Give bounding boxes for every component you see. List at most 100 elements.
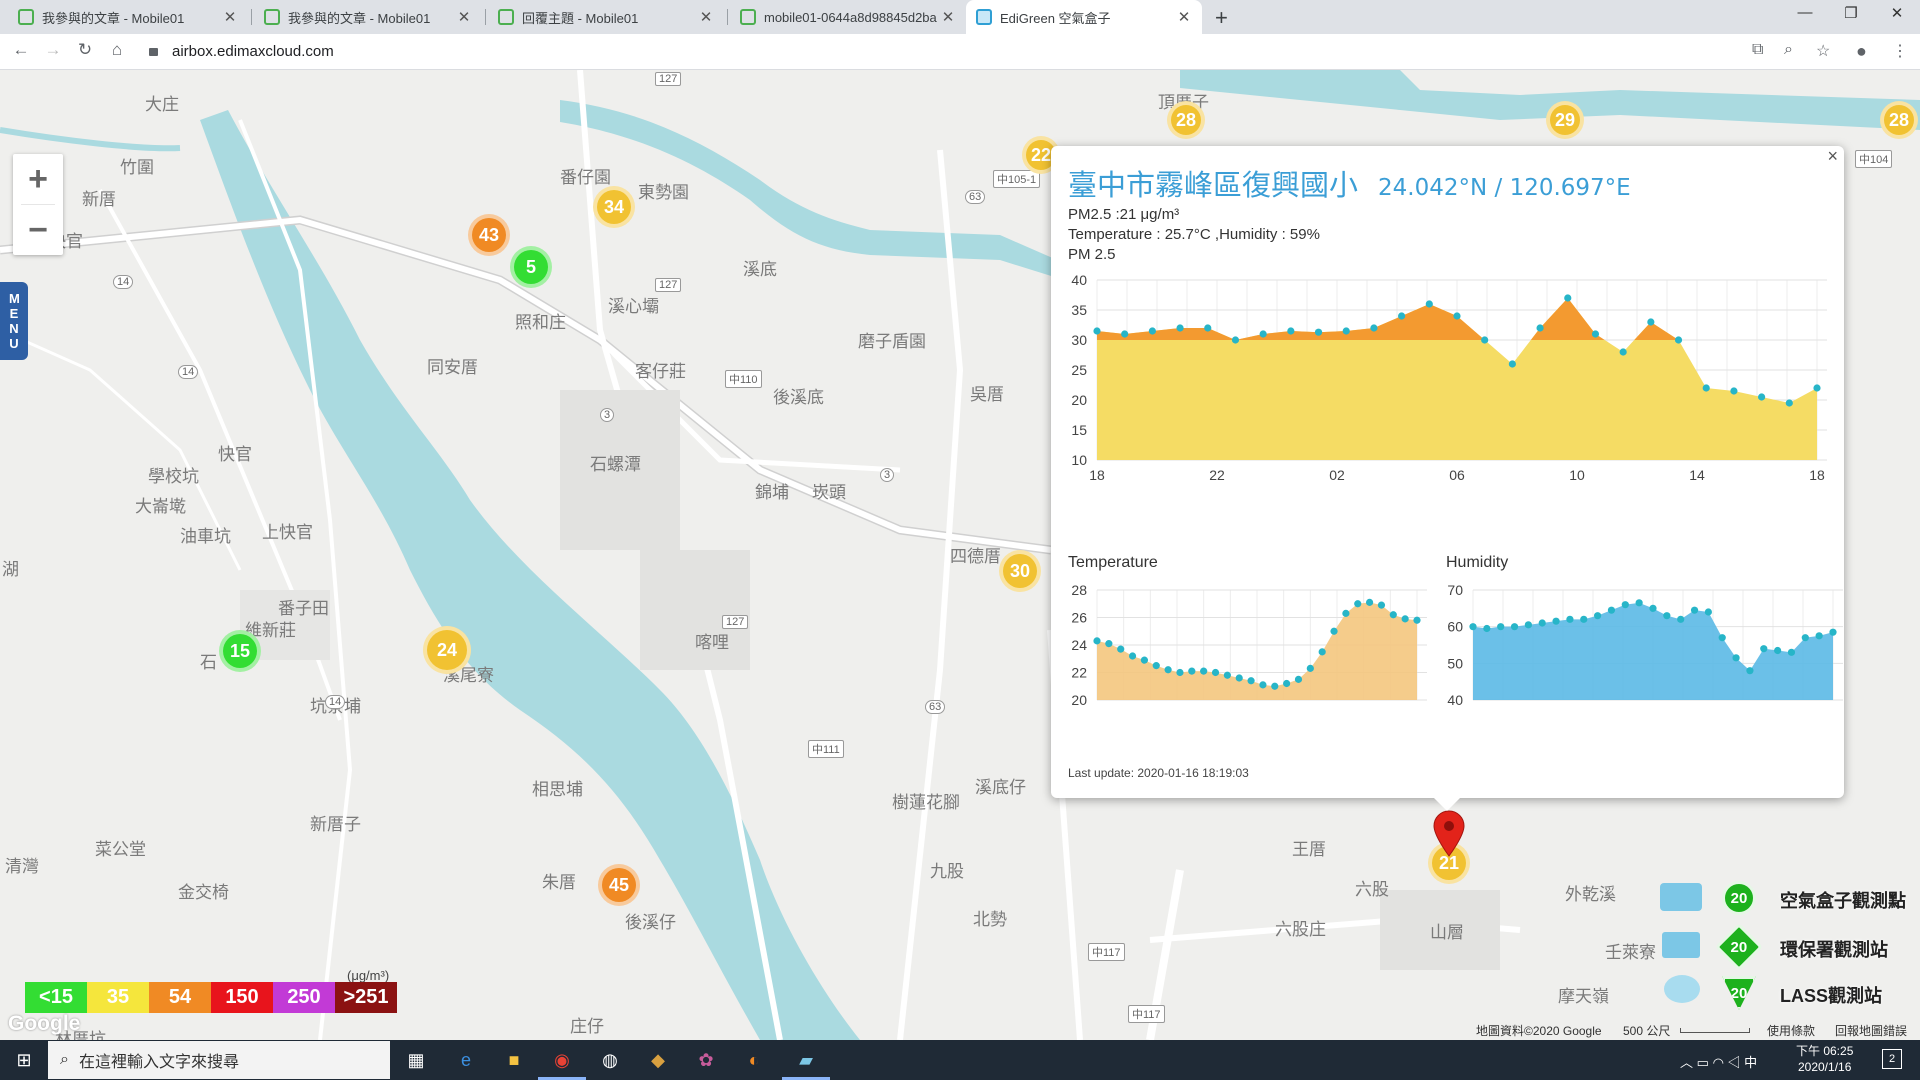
data-point	[1538, 619, 1546, 627]
pm25-chart: 10 15 20 25 30 35 40 18 22 02 06 10 14 18	[1071, 272, 1827, 483]
new-tab-button[interactable]: +	[1215, 5, 1228, 31]
station-cluster[interactable]: 30	[999, 550, 1041, 592]
terms-link[interactable]: 使用條款	[1767, 1022, 1815, 1039]
station-cluster[interactable]: 15	[219, 630, 261, 672]
selected-marker-icon[interactable]	[1432, 810, 1466, 858]
data-point	[1231, 336, 1240, 344]
menu-dots-icon[interactable]: ⋮	[1892, 41, 1908, 61]
map-label: 菜公堂	[95, 840, 146, 860]
app-icon[interactable]: ◆	[644, 1047, 672, 1073]
tab-edigreen[interactable]: EdiGreen 空氣盒子 ✕	[966, 0, 1202, 34]
zoom-icon[interactable]: ⌕	[1784, 41, 1793, 59]
notification-icon[interactable]: 2	[1882, 1049, 1902, 1069]
menu-label: MENU	[9, 291, 20, 351]
menu-button[interactable]: MENU	[0, 282, 28, 360]
zoom-out-button[interactable]: −	[13, 205, 63, 255]
close-tab-icon[interactable]: ✕	[222, 8, 238, 26]
data-point	[1552, 617, 1560, 625]
zoom-in-button[interactable]: +	[13, 154, 63, 204]
tab-mobile01-2[interactable]: 我參與的文章 - Mobile01 ✕	[254, 0, 482, 34]
close-tab-icon[interactable]: ✕	[1176, 8, 1192, 26]
app-icon[interactable]: ▰	[792, 1047, 820, 1073]
map-label: 樹蓮花腳	[892, 793, 960, 813]
map-label: 相思埔	[532, 780, 583, 800]
clock-date: 2020/1/16	[1797, 1060, 1852, 1074]
pm25-chart-title: PM 2.5	[1068, 246, 1116, 263]
humidity-chart: 40 50 60 70	[1447, 582, 1843, 708]
y-tick-label: 30	[1071, 332, 1087, 348]
station-cluster[interactable]: 24	[423, 626, 471, 674]
data-point	[1413, 616, 1421, 624]
back-arrow-icon[interactable]: ←	[10, 40, 32, 60]
popup-close-button[interactable]: ×	[1827, 146, 1838, 167]
y-tick-label: 15	[1071, 422, 1087, 438]
home-icon[interactable]: ⌂	[106, 40, 128, 60]
window-close-icon[interactable]: ✕	[1882, 4, 1912, 22]
station-cluster[interactable]: 28	[1167, 101, 1205, 139]
profile-icon[interactable]: ●	[1856, 41, 1867, 62]
tray-chevron-icon[interactable]: ︿	[1680, 1055, 1693, 1070]
tab-mobile01-1[interactable]: 我參與的文章 - Mobile01 ✕	[8, 0, 248, 34]
file-explorer-icon[interactable]: ■	[500, 1047, 528, 1073]
tab-mobile01-image[interactable]: mobile01-0644a8d98845d2ba ✕	[730, 0, 966, 34]
forward-arrow-icon[interactable]: →	[42, 40, 64, 60]
map-label: 崁頭	[812, 483, 846, 503]
map-label: 學校坑	[148, 467, 199, 487]
station-cluster[interactable]: 28	[1880, 101, 1918, 139]
legend-level: 54	[149, 982, 211, 1013]
minimize-icon[interactable]: —	[1790, 4, 1820, 21]
map-label: 磨子盾園	[858, 332, 926, 352]
map-label: 朱厝	[542, 873, 576, 893]
reload-icon[interactable]: ↻	[74, 40, 96, 60]
map-copyright: 地圖資料©2020 Google	[1476, 1024, 1602, 1038]
close-tab-icon[interactable]: ✕	[940, 8, 956, 26]
translate-icon[interactable]: ⧉	[1752, 41, 1763, 59]
data-point	[1829, 628, 1837, 636]
report-error-link[interactable]: 回報地圖錯誤	[1835, 1022, 1907, 1039]
address-bar[interactable]: airbox.edimaxcloud.com	[172, 43, 334, 60]
tab-reply-topic[interactable]: 回覆主題 - Mobile01 ✕	[488, 0, 724, 34]
bookmark-star-icon[interactable]: ☆	[1816, 41, 1830, 61]
data-point	[1093, 637, 1101, 645]
data-point	[1148, 327, 1156, 335]
map-label: 後溪仔	[625, 913, 676, 933]
y-tick-label: 24	[1071, 637, 1087, 653]
station-cluster[interactable]: 34	[593, 186, 635, 228]
data-point	[1354, 600, 1362, 608]
app-icon[interactable]: ◐	[740, 1047, 768, 1073]
station-cluster[interactable]: 43	[468, 214, 510, 256]
volume-icon[interactable]: ◁	[1728, 1055, 1741, 1070]
close-tab-icon[interactable]: ✕	[456, 8, 472, 26]
task-view-icon[interactable]: ▦	[402, 1047, 430, 1073]
map-label: 庄仔	[570, 1017, 604, 1037]
windows-start-icon[interactable]: ⊞	[10, 1047, 38, 1073]
data-point	[1318, 648, 1326, 656]
ime-indicator[interactable]: 中	[1744, 1055, 1757, 1070]
data-point	[1801, 634, 1809, 642]
station-cluster[interactable]: 45	[598, 864, 640, 906]
data-point	[1621, 601, 1629, 609]
battery-icon[interactable]: ▭	[1697, 1055, 1709, 1070]
station-legend-label: 環保署觀測站	[1780, 940, 1888, 960]
chrome-icon[interactable]: ◉	[548, 1047, 576, 1073]
data-point	[1370, 324, 1378, 332]
data-point	[1401, 615, 1409, 623]
network-icon[interactable]: ◠	[1713, 1055, 1724, 1070]
data-point	[1508, 360, 1516, 368]
app-icon[interactable]: ◍	[596, 1047, 624, 1073]
y-tick-label: 20	[1071, 392, 1087, 408]
data-point	[1704, 608, 1712, 616]
taskbar-clock[interactable]: 下午 06:25 2020/1/16	[1796, 1043, 1853, 1075]
app-icon[interactable]: ✿	[692, 1047, 720, 1073]
station-cluster[interactable]: 5	[510, 246, 552, 288]
station-legend-label: 空氣盒子觀測點	[1780, 891, 1906, 911]
close-tab-icon[interactable]: ✕	[698, 8, 714, 26]
data-point	[1481, 336, 1489, 344]
edge-icon[interactable]: e	[452, 1047, 480, 1073]
clock-time: 下午 06:25	[1796, 1044, 1854, 1058]
taskbar-search[interactable]: ⌕ 在這裡輸入文字來搜尋	[48, 1041, 390, 1079]
station-cluster[interactable]: 29	[1546, 101, 1584, 139]
restore-icon[interactable]: ❐	[1836, 4, 1866, 22]
data-point	[1524, 621, 1532, 629]
data-point	[1287, 327, 1295, 335]
